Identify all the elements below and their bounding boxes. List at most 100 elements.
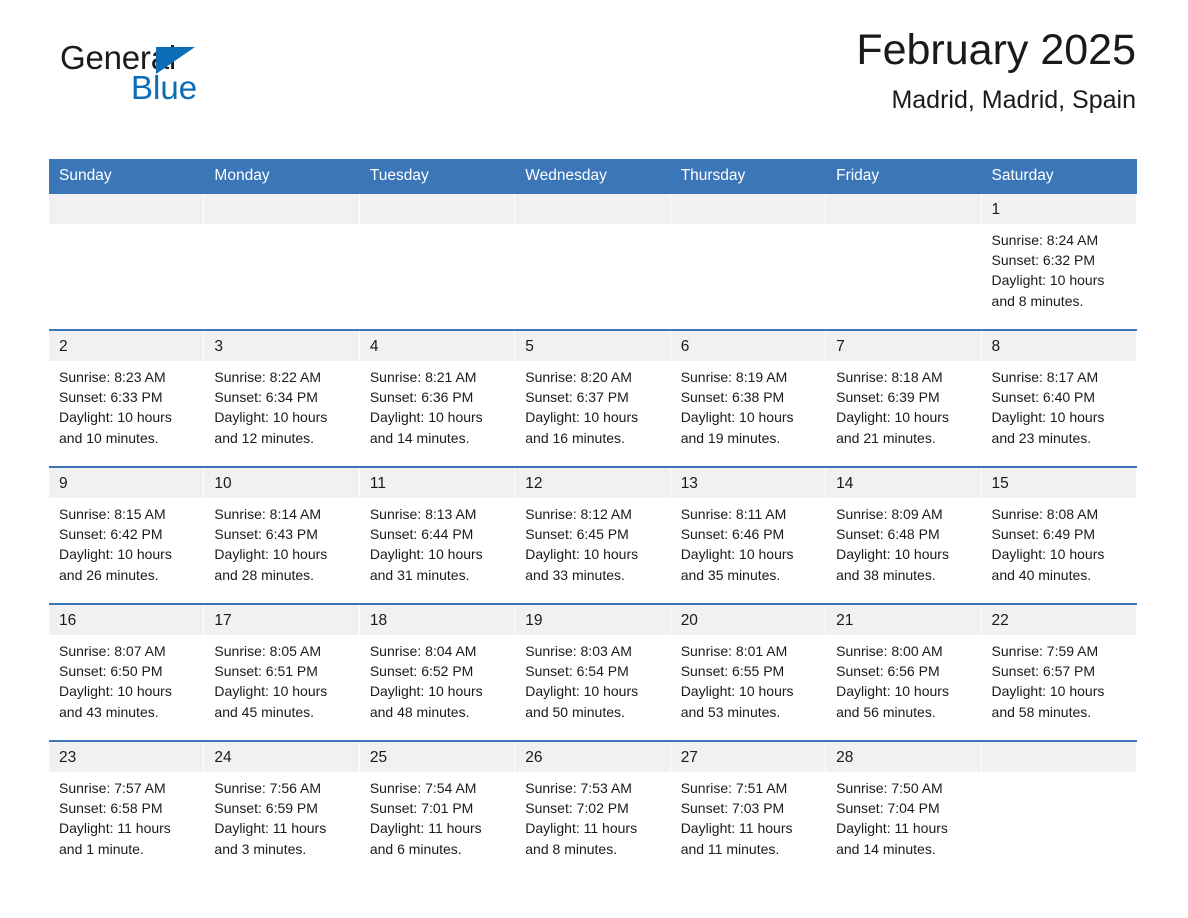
day-details: Sunrise: 8:12 AM Sunset: 6:45 PM Daylight:… — [515, 498, 670, 585]
day-details: Sunrise: 8:00 AM Sunset: 6:56 PM Daylight:… — [826, 635, 981, 722]
daylight-text: Daylight: 10 hours and 56 minutes. — [836, 683, 949, 720]
sunset-text: Sunset: 7:02 PM — [525, 800, 629, 817]
sunset-text: Sunset: 6:57 PM — [991, 663, 1096, 680]
day-cell[interactable]: 1 Sunrise: 8:24 AM Sunset: 6:32 PM Daylight… — [981, 194, 1137, 330]
day-number: 9 — [49, 468, 205, 498]
day-cell[interactable]: 24 Sunrise: 7:56 AM Sunset: 6:59 PM Dayligh… — [204, 740, 360, 877]
day-cell[interactable]: 10 Sunrise: 8:14 AM Sunset: 6:43 PM Dayligh… — [204, 466, 360, 604]
sunrise-text: Sunrise: 7:50 AM — [836, 780, 943, 796]
sunrise-text: Sunrise: 8:11 AM — [680, 506, 787, 522]
calendar-week-row: 9 Sunrise: 8:15 AM Sunset: 6:42 PM Daylight… — [49, 466, 1137, 604]
day-cell[interactable]: 26 Sunrise: 7:53 AM Sunset: 7:02 PM Dayligh… — [515, 740, 671, 877]
day-cell[interactable]: 22 Sunrise: 7:59 AM Sunset: 6:57 PM Dayligh… — [981, 603, 1137, 741]
day-cell[interactable]: 23 Sunrise: 7:57 AM Sunset: 6:58 PM Dayligh… — [49, 740, 205, 877]
day-cell[interactable]: 15 Sunrise: 8:08 AM Sunset: 6:49 PM Dayligh… — [981, 466, 1137, 604]
day-number — [981, 742, 1137, 772]
sunrise-text: Sunrise: 7:51 AM — [680, 780, 788, 796]
day-details: Sunrise: 8:13 AM Sunset: 6:44 PM Daylight:… — [360, 498, 515, 585]
sunset-text: Sunset: 6:50 PM — [59, 663, 163, 680]
day-details: Sunrise: 7:50 AM Sunset: 7:04 PM Daylight:… — [826, 772, 981, 859]
daylight-text: Daylight: 11 hours and 11 minutes. — [680, 820, 793, 857]
day-cell[interactable]: 8 Sunrise: 8:17 AM Sunset: 6:40 PM Daylight… — [981, 329, 1137, 467]
day-cell-empty — [826, 194, 982, 330]
daylight-text: Daylight: 10 hours and 23 minutes. — [991, 409, 1105, 446]
day-cell[interactable]: 4 Sunrise: 8:21 AM Sunset: 6:36 PM Daylight… — [359, 329, 516, 467]
calendar-header-row: Sunday Monday Tuesday Wednesday Thursday Frid… — [49, 159, 1137, 194]
day-cell[interactable]: 27 Sunrise: 7:51 AM Sunset: 7:03 PM Dayligh… — [670, 740, 827, 877]
day-number: 17 — [204, 605, 360, 635]
sunset-text: Sunset: 6:40 PM — [991, 389, 1096, 406]
day-number: 6 — [670, 331, 827, 361]
daylight-text: Daylight: 10 hours and 10 minutes. — [59, 409, 172, 446]
day-cell[interactable]: 25 Sunrise: 7:54 AM Sunset: 7:01 PM Dayligh… — [359, 740, 516, 877]
day-details: Sunrise: 7:51 AM Sunset: 7:03 PM Daylight:… — [671, 772, 826, 859]
daylight-text: Daylight: 10 hours and 21 minutes. — [836, 409, 949, 446]
daylight-text: Daylight: 10 hours and 26 minutes. — [59, 546, 172, 583]
sunrise-text: Sunrise: 8:13 AM — [369, 506, 477, 522]
generalblue-logo[interactable]: General Blue — [52, 40, 312, 112]
calendar-week-row: 2 Sunrise: 8:23 AM Sunset: 6:33 PM Daylight… — [49, 329, 1137, 467]
day-number: 13 — [670, 468, 827, 498]
daylight-text: Daylight: 10 hours and 50 minutes. — [525, 683, 639, 720]
daylight-text: Daylight: 10 hours and 8 minutes. — [991, 272, 1105, 309]
daylight-text: Daylight: 10 hours and 31 minutes. — [369, 546, 483, 583]
sunrise-text: Sunrise: 8:00 AM — [836, 643, 943, 659]
sunrise-text: Sunrise: 8:21 AM — [369, 369, 477, 385]
sunset-text: Sunset: 7:04 PM — [836, 800, 940, 817]
sunset-text: Sunset: 6:34 PM — [214, 389, 318, 406]
day-details: Sunrise: 7:56 AM Sunset: 6:59 PM Daylight:… — [204, 772, 359, 859]
day-number: 8 — [981, 331, 1137, 361]
sunrise-text: Sunrise: 8:03 AM — [525, 643, 632, 659]
sunrise-text: Sunrise: 8:15 AM — [59, 506, 166, 522]
sunset-text: Sunset: 6:52 PM — [369, 663, 474, 680]
day-cell[interactable]: 13 Sunrise: 8:11 AM Sunset: 6:46 PM Dayligh… — [670, 466, 827, 604]
sunset-text: Sunset: 6:44 PM — [369, 526, 474, 543]
day-cell[interactable]: 7 Sunrise: 8:18 AM Sunset: 6:39 PM Daylight… — [826, 329, 982, 467]
sunset-text: Sunset: 6:55 PM — [680, 663, 785, 680]
day-cell[interactable]: 28 Sunrise: 7:50 AM Sunset: 7:04 PM Dayligh… — [826, 740, 982, 877]
day-cell[interactable]: 3 Sunrise: 8:22 AM Sunset: 6:34 PM Daylight… — [204, 329, 360, 467]
day-cell[interactable]: 2 Sunrise: 8:23 AM Sunset: 6:33 PM Daylight… — [49, 329, 205, 467]
calendar-week-row: 1 Sunrise: 8:24 AM Sunset: 6:32 PM Daylight… — [49, 194, 1137, 330]
sunset-text: Sunset: 6:56 PM — [836, 663, 940, 680]
day-cell[interactable]: 17 Sunrise: 8:05 AM Sunset: 6:51 PM Dayligh… — [204, 603, 360, 741]
sunrise-text: Sunrise: 8:17 AM — [991, 369, 1099, 385]
sunrise-text: Sunrise: 7:53 AM — [525, 780, 632, 796]
sunrise-text: Sunrise: 8:14 AM — [214, 506, 322, 522]
day-details: Sunrise: 8:24 AM Sunset: 6:32 PM Daylight:… — [982, 224, 1137, 311]
day-cell[interactable]: 20 Sunrise: 8:01 AM Sunset: 6:55 PM Dayligh… — [670, 603, 827, 741]
day-cell[interactable]: 11 Sunrise: 8:13 AM Sunset: 6:44 PM Dayligh… — [359, 466, 516, 604]
day-cell[interactable]: 18 Sunrise: 8:04 AM Sunset: 6:52 PM Dayligh… — [359, 603, 516, 741]
daylight-text: Daylight: 11 hours and 1 minute. — [59, 820, 171, 857]
day-details: Sunrise: 8:17 AM Sunset: 6:40 PM Daylight:… — [982, 361, 1137, 448]
day-cell[interactable]: 14 Sunrise: 8:09 AM Sunset: 6:48 PM Dayligh… — [826, 466, 982, 604]
day-cell[interactable]: 19 Sunrise: 8:03 AM Sunset: 6:54 PM Dayligh… — [515, 603, 671, 741]
day-cell[interactable]: 9 Sunrise: 8:15 AM Sunset: 6:42 PM Daylight… — [49, 466, 205, 604]
sunrise-text: Sunrise: 8:08 AM — [991, 506, 1099, 522]
day-cell[interactable]: 21 Sunrise: 8:00 AM Sunset: 6:56 PM Dayligh… — [826, 603, 982, 741]
day-cell[interactable]: 12 Sunrise: 8:12 AM Sunset: 6:45 PM Dayligh… — [515, 466, 671, 604]
day-cell-empty — [515, 194, 671, 330]
day-cell[interactable]: 5 Sunrise: 8:20 AM Sunset: 6:37 PM Daylight… — [515, 329, 671, 467]
day-number — [204, 194, 360, 224]
day-number: 22 — [981, 605, 1137, 635]
daylight-text: Daylight: 10 hours and 16 minutes. — [525, 409, 639, 446]
day-cell-empty — [359, 194, 516, 330]
calendar-table: Sunday Monday Tuesday Wednesday Thursday Frid… — [49, 159, 1137, 877]
day-number: 16 — [49, 605, 205, 635]
daylight-text: Daylight: 10 hours and 53 minutes. — [680, 683, 794, 720]
day-cell[interactable]: 16 Sunrise: 8:07 AM Sunset: 6:50 PM Dayligh… — [49, 603, 205, 741]
day-number: 21 — [826, 605, 982, 635]
sunset-text: Sunset: 6:58 PM — [59, 800, 163, 817]
sunrise-text: Sunrise: 8:09 AM — [836, 506, 943, 522]
day-cell-empty — [670, 194, 827, 330]
day-details: Sunrise: 7:57 AM Sunset: 6:58 PM Daylight:… — [49, 772, 204, 859]
sunrise-text: Sunrise: 8:05 AM — [214, 643, 322, 659]
day-number: 15 — [981, 468, 1137, 498]
day-number: 25 — [359, 742, 516, 772]
day-number: 4 — [359, 331, 516, 361]
sunset-text: Sunset: 6:59 PM — [214, 800, 318, 817]
day-cell[interactable]: 6 Sunrise: 8:19 AM Sunset: 6:38 PM Daylight… — [670, 329, 827, 467]
sunrise-text: Sunrise: 7:57 AM — [59, 780, 166, 796]
weekday-header-monday: Monday — [204, 159, 360, 194]
